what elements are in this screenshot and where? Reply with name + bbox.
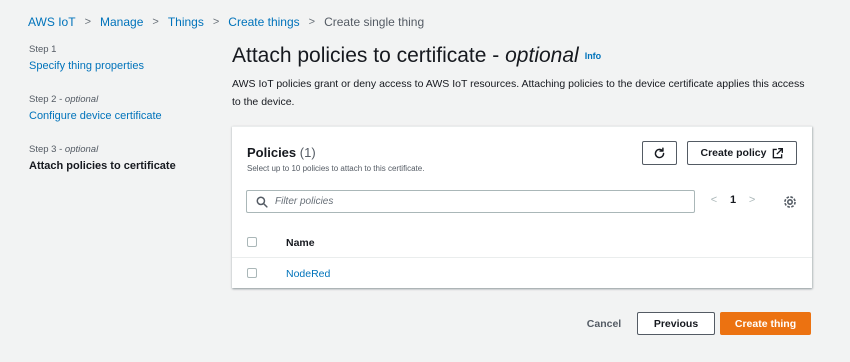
table-header: Name [232, 227, 812, 258]
policy-name-link[interactable]: NodeRed [286, 268, 330, 280]
step-label: Step 3 - optional [29, 144, 99, 155]
pagination: < 1 > [708, 194, 758, 206]
wizard-step-3: Step 3 - optional Attach policies to cer… [29, 144, 214, 172]
step-current-attach-policies: Attach policies to certificate [29, 160, 176, 172]
chevron-right-icon: > [152, 16, 159, 28]
breadcrumb: AWS IoT > Manage > Things > Create thing… [28, 15, 424, 29]
chevron-right-icon: > [308, 16, 316, 28]
panel-title: Policies (1) [247, 145, 316, 160]
search-icon [256, 196, 268, 208]
create-policy-button[interactable]: Create policy [687, 141, 797, 165]
page-title: Attach policies to certificate - optiona… [232, 44, 602, 67]
previous-button[interactable]: Previous [637, 312, 715, 335]
policies-panel: Policies (1) Select up to 10 policies to… [232, 126, 812, 288]
breadcrumb-manage[interactable]: Manage [100, 15, 143, 29]
breadcrumb-things[interactable]: Things [168, 15, 204, 29]
chevron-right-icon[interactable]: > [746, 194, 758, 206]
breadcrumb-aws-iot[interactable]: AWS IoT [28, 15, 76, 29]
step-link-specify-thing-properties[interactable]: Specify thing properties [29, 60, 214, 72]
breadcrumb-create-things[interactable]: Create things [228, 15, 299, 29]
wizard-step-2: Step 2 - optional Configure device certi… [29, 94, 214, 122]
panel-subtitle: Select up to 10 policies to attach to th… [247, 164, 425, 173]
gear-icon[interactable] [783, 195, 797, 209]
table-row: NodeRed [232, 258, 812, 289]
breadcrumb-current: Create single thing [324, 15, 425, 29]
chevron-left-icon[interactable]: < [708, 194, 720, 206]
select-all-checkbox[interactable] [247, 237, 257, 247]
filter-policies-input[interactable] [275, 196, 675, 207]
refresh-button[interactable] [642, 141, 677, 165]
external-link-icon [773, 147, 784, 158]
filter-policies-input-wrapper [246, 190, 695, 213]
policies-count: (1) [299, 145, 316, 160]
wizard-step-1: Step 1 Specify thing properties [29, 44, 214, 72]
step-label: Step 2 - optional [29, 94, 99, 105]
create-thing-button[interactable]: Create thing [720, 312, 811, 335]
step-label: Step 1 [29, 44, 57, 55]
page-description: AWS IoT policies grant or deny access to… [232, 78, 805, 108]
chevron-right-icon: > [84, 16, 91, 28]
row-checkbox[interactable] [247, 268, 257, 278]
chevron-right-icon: > [212, 16, 220, 28]
step-link-configure-device-certificate[interactable]: Configure device certificate [29, 110, 214, 122]
info-link[interactable]: Info [585, 51, 602, 61]
create-policy-label: Create policy [700, 147, 767, 159]
current-page[interactable]: 1 [730, 194, 736, 206]
wizard-steps: Step 1 Specify thing properties Step 2 -… [29, 44, 214, 194]
column-header-name[interactable]: Name [286, 237, 315, 249]
refresh-icon [654, 146, 665, 158]
cancel-button[interactable]: Cancel [575, 312, 633, 335]
